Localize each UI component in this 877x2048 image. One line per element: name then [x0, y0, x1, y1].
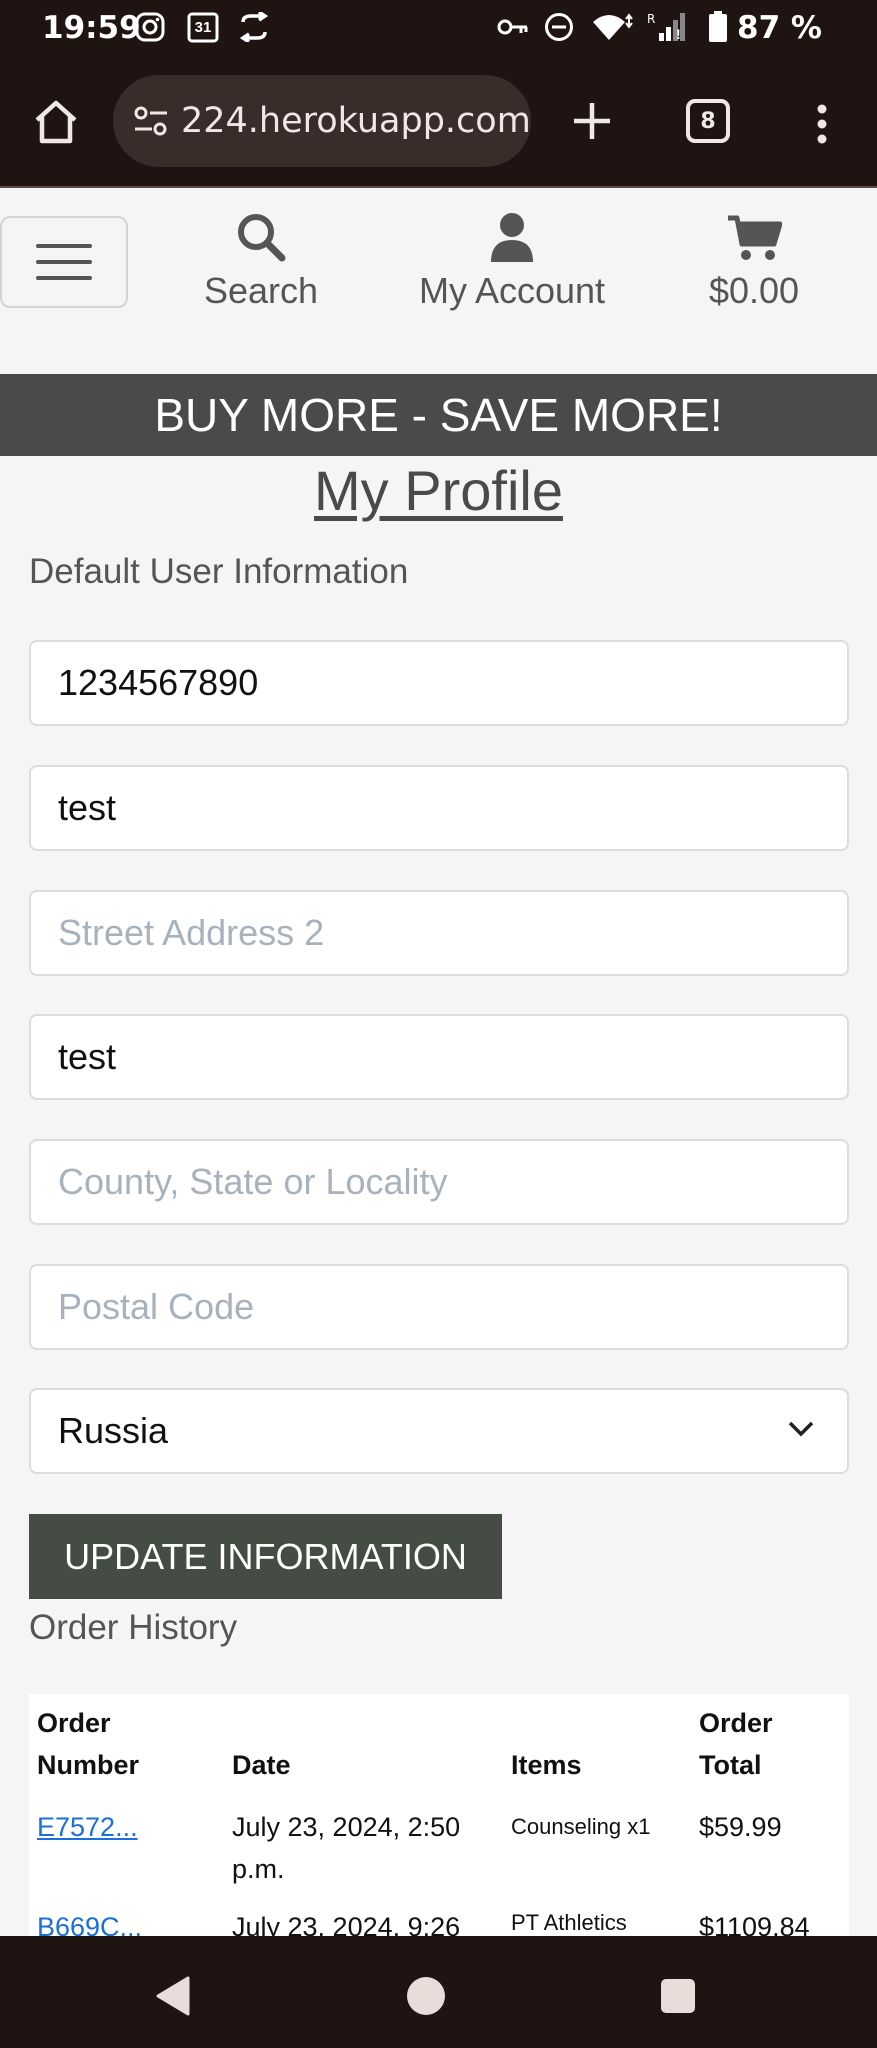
svg-text:!: ! [676, 26, 681, 42]
order-history-table: Order Number Date Items Order Total E757… [29, 1694, 849, 1936]
menu-toggle-button[interactable] [0, 216, 128, 308]
nav-search[interactable]: Search [203, 208, 319, 312]
header-text: Order [699, 1708, 773, 1738]
nav-search-label: Search [203, 270, 319, 311]
sync-notification-icon [236, 10, 272, 44]
table-row-date: July 23, 2024, 2:50 p.m. [232, 1806, 460, 1890]
cart-total: $0.00 [708, 270, 800, 311]
hamburger-line [36, 260, 92, 264]
recents-button[interactable] [648, 1966, 708, 2026]
more-vert-icon [817, 104, 827, 144]
postal-code-field[interactable] [29, 1264, 849, 1350]
search-icon [236, 208, 286, 262]
header-text: Order [37, 1708, 111, 1738]
home-button[interactable] [30, 96, 82, 148]
order-history-heading: Order History [29, 1608, 238, 1647]
street-address-2-field[interactable] [29, 890, 849, 976]
nav-cart[interactable]: $0.00 [704, 208, 804, 312]
table-row-order-number[interactable]: E7572... [37, 1806, 138, 1848]
calendar-day: 31 [194, 19, 212, 36]
site-settings-icon[interactable] [131, 101, 171, 141]
plus-icon [574, 103, 610, 139]
table-row-items: Counseling x1 [511, 1814, 651, 1839]
country-select[interactable]: Russia [29, 1388, 849, 1474]
new-tab-button[interactable] [567, 96, 617, 146]
home-icon [35, 100, 77, 144]
do-not-disturb-icon [543, 10, 575, 44]
header-text: Total [699, 1750, 762, 1780]
svg-text:R: R [647, 12, 655, 26]
order-link[interactable]: E7572... [37, 1812, 138, 1842]
user-icon [489, 208, 535, 262]
system-navigation-bar [0, 1936, 877, 2048]
promo-banner: BUY MORE - SAVE MORE! [0, 374, 877, 456]
country-selected-value: Russia [58, 1410, 169, 1451]
column-header-date: Date [232, 1750, 291, 1780]
table-row-date: July 23, 2024, 9:26 [232, 1912, 461, 1936]
default-info-heading: Default User Information [29, 552, 409, 591]
date-text: July 23, 2024, 2:50 [232, 1812, 461, 1842]
battery-icon [707, 10, 729, 44]
hamburger-line [36, 244, 92, 248]
city-field[interactable] [29, 1014, 849, 1100]
browser-menu-button[interactable] [805, 96, 839, 152]
phone-field[interactable] [29, 640, 849, 726]
instagram-icon [134, 10, 166, 44]
key-icon [496, 10, 530, 44]
home-circle-icon [407, 1977, 445, 2015]
street-address-field[interactable] [29, 765, 849, 851]
column-header-order-total: Order Total [699, 1702, 773, 1786]
back-button[interactable] [144, 1966, 204, 2026]
wifi-icon [590, 10, 634, 44]
table-row-total: $1109.84 [699, 1912, 810, 1936]
address-bar[interactable]: 224.herokuapp.com [113, 75, 531, 167]
status-bar: 19:59 31 R! 87 % [0, 0, 877, 56]
signal-icon: R! [644, 10, 694, 44]
hamburger-line [36, 276, 92, 280]
calendar-icon: 31 [186, 10, 220, 44]
table-row-items: PT Athletics [511, 1910, 627, 1935]
status-time: 19:59 [42, 10, 141, 46]
table-row-total: $59.99 [699, 1812, 782, 1842]
page-title: My Profile [314, 459, 563, 522]
tab-switcher-button[interactable]: 8 [686, 99, 730, 143]
order-link[interactable]: B669C... [37, 1912, 142, 1936]
url-text: 224.herokuapp.com [181, 101, 531, 141]
chevron-down-icon [788, 1421, 814, 1437]
battery-percent: 87 % [737, 10, 822, 46]
column-header-order-number: Order Number [37, 1702, 139, 1786]
nav-account-label: My Account [418, 270, 606, 311]
update-information-button[interactable]: UPDATE INFORMATION [29, 1514, 502, 1599]
browser-toolbar: 224.herokuapp.com 8 [0, 56, 877, 188]
column-header-items: Items [511, 1750, 582, 1780]
header-text: Number [37, 1750, 140, 1780]
home-nav-button[interactable] [396, 1966, 456, 2026]
table-row-order-number[interactable]: B669C... [37, 1906, 142, 1936]
nav-my-account[interactable]: My Account [414, 208, 610, 312]
site-header: Search My Account $0.00 [0, 190, 877, 374]
date-text: p.m. [232, 1854, 285, 1884]
cart-icon [726, 208, 782, 262]
recents-icon [661, 1979, 695, 2013]
county-state-field[interactable] [29, 1139, 849, 1225]
back-icon [156, 1976, 190, 2016]
